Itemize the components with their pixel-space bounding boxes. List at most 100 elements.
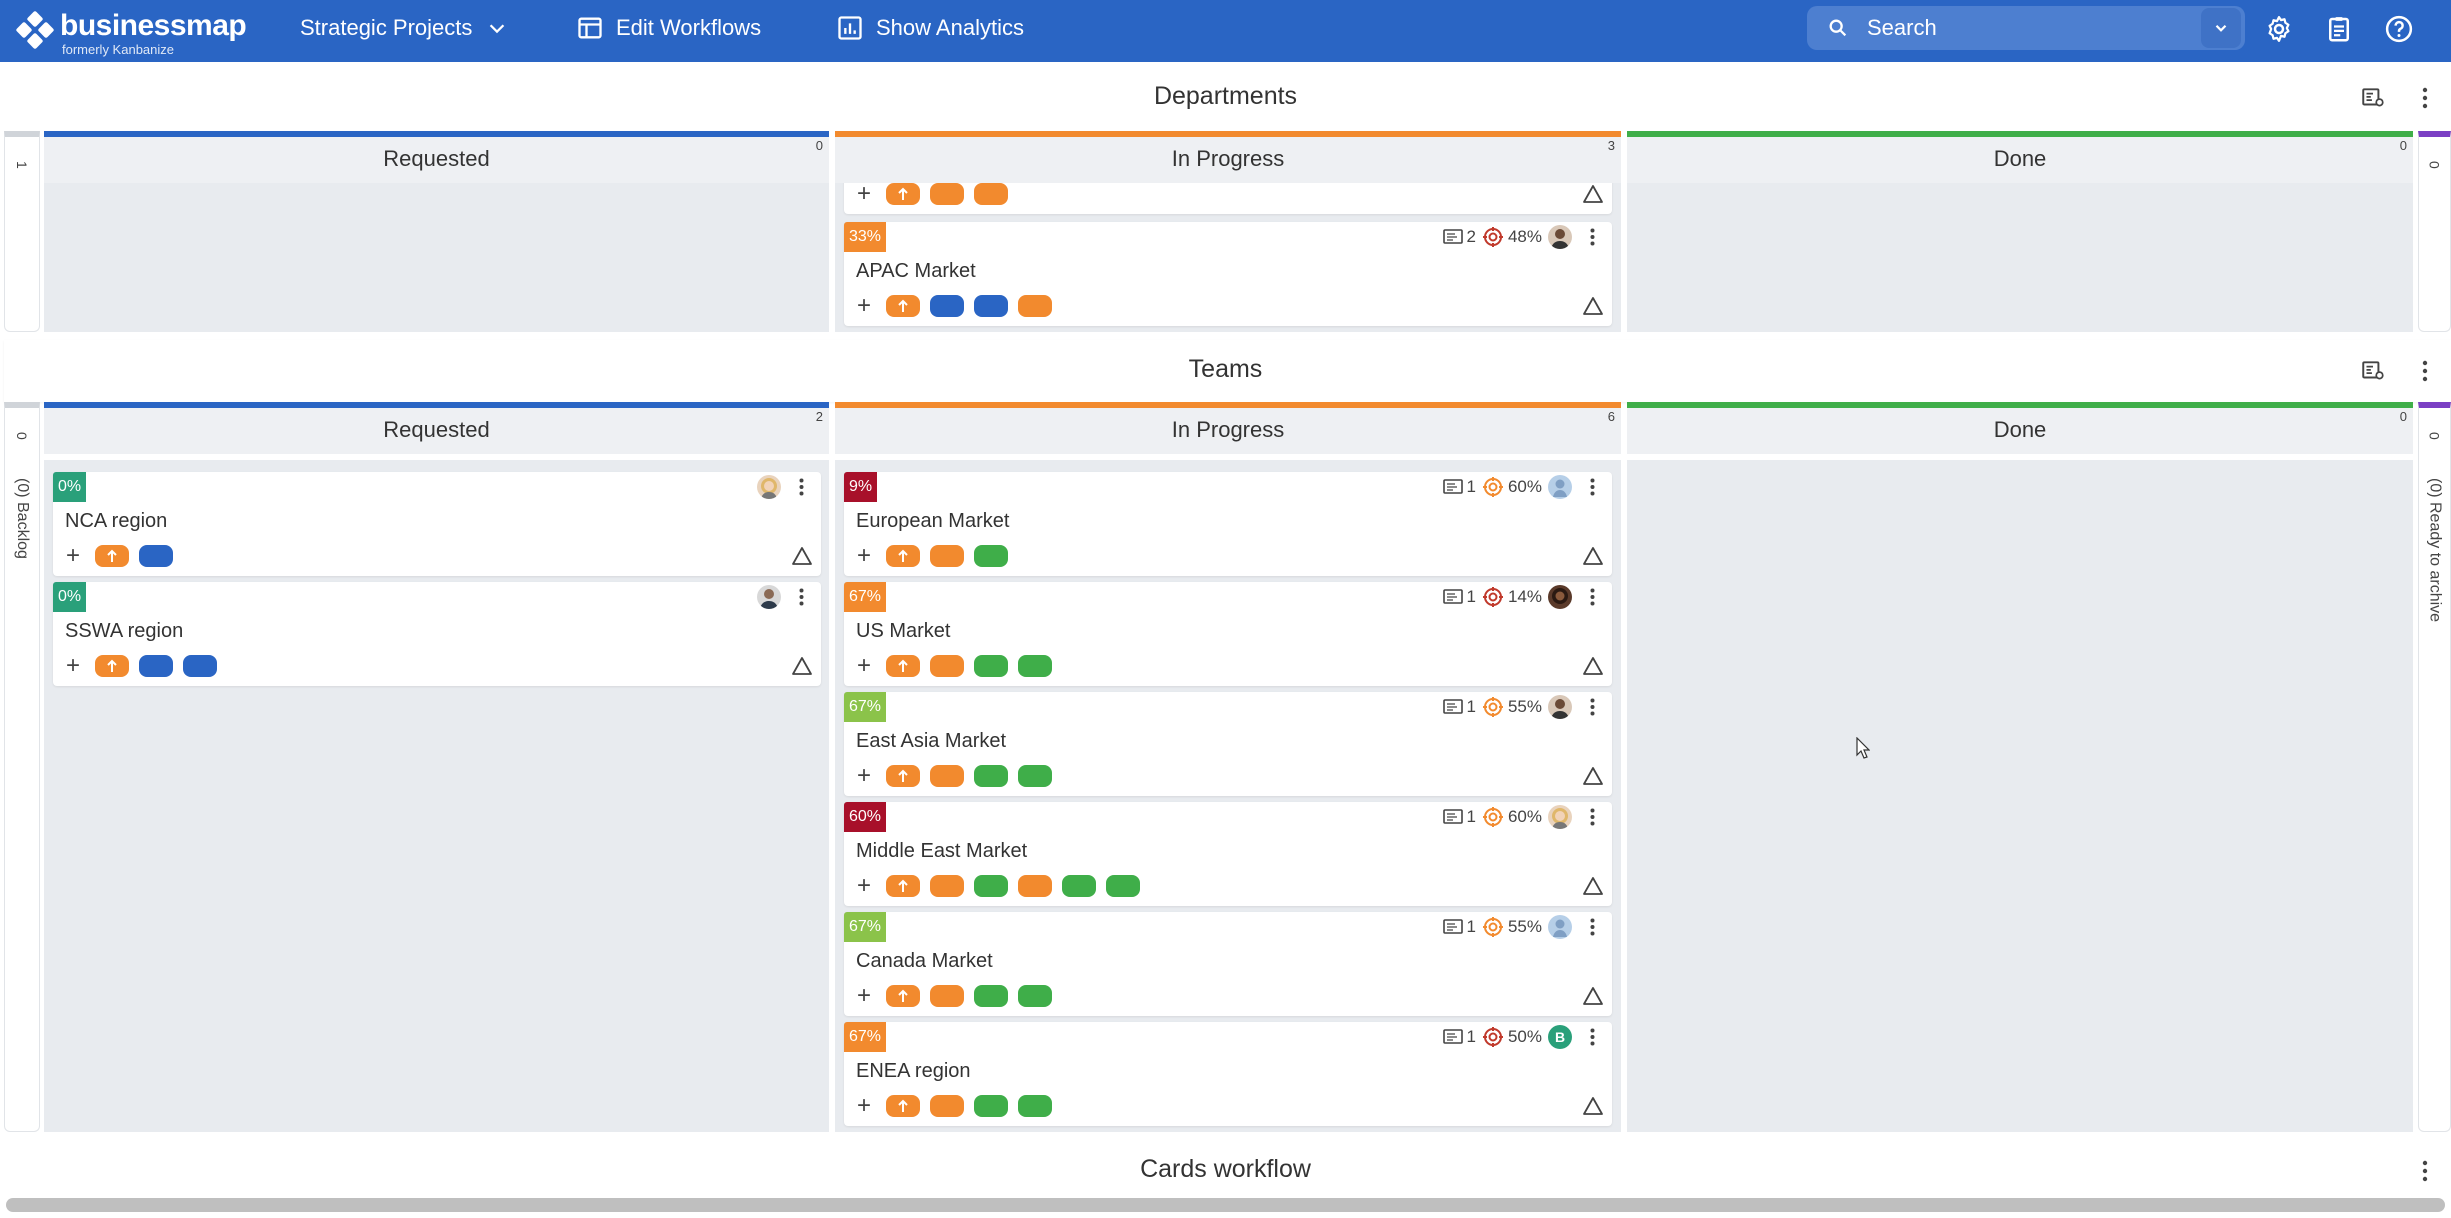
- comments-indicator[interactable]: 1: [1442, 477, 1476, 497]
- column-header-done[interactable]: Done 0: [1627, 402, 2413, 454]
- kanban-card[interactable]: +: [844, 183, 1612, 214]
- departments-left-collapsed-column[interactable]: 1: [4, 131, 40, 332]
- departments-right-collapsed-column[interactable]: 0: [2418, 131, 2451, 332]
- warning-icon[interactable]: [791, 656, 813, 676]
- add-subtask-button[interactable]: +: [61, 652, 85, 680]
- comments-indicator[interactable]: 1: [1442, 697, 1476, 717]
- show-analytics-button[interactable]: Show Analytics: [836, 0, 1024, 56]
- workflow-settings-button[interactable]: [2358, 356, 2388, 386]
- kanban-card[interactable]: 0% SSWA region +: [53, 582, 821, 686]
- tag-pill[interactable]: [1018, 765, 1052, 787]
- column-header-in-progress[interactable]: In Progress 6: [835, 402, 1621, 454]
- comments-indicator[interactable]: 1: [1442, 1027, 1476, 1047]
- tag-pill[interactable]: [1062, 875, 1096, 897]
- warning-icon[interactable]: [791, 546, 813, 566]
- card-title[interactable]: European Market: [856, 510, 1009, 533]
- priority-pill[interactable]: [886, 765, 920, 787]
- progress-indicator[interactable]: 55%: [1482, 916, 1542, 938]
- add-subtask-button[interactable]: +: [852, 292, 876, 320]
- comments-indicator[interactable]: 1: [1442, 807, 1476, 827]
- priority-pill[interactable]: [95, 655, 129, 677]
- column-header-requested[interactable]: Requested 0: [44, 131, 829, 183]
- priority-pill[interactable]: [886, 985, 920, 1007]
- backlog-collapsed-column[interactable]: 0 (0) Backlog: [4, 402, 40, 1132]
- kanban-card[interactable]: 67% 1 50% B ENEA region +: [844, 1022, 1612, 1126]
- avatar[interactable]: [1548, 915, 1572, 939]
- clipboard-button[interactable]: [2322, 12, 2356, 46]
- card-menu-icon[interactable]: [1582, 698, 1602, 716]
- board-selector[interactable]: Strategic Projects: [300, 0, 508, 56]
- add-subtask-button[interactable]: +: [852, 982, 876, 1010]
- tag-pill[interactable]: [974, 985, 1008, 1007]
- add-subtask-button[interactable]: +: [852, 762, 876, 790]
- ready-to-archive-collapsed-column[interactable]: 0 (0) Ready to archive: [2418, 402, 2451, 1132]
- tag-pill[interactable]: [974, 183, 1008, 205]
- priority-pill[interactable]: [886, 545, 920, 567]
- column-header-in-progress[interactable]: In Progress 3: [835, 131, 1621, 183]
- avatar[interactable]: [757, 585, 781, 609]
- workflow-menu-button[interactable]: [2410, 356, 2440, 386]
- tag-pill[interactable]: [183, 655, 217, 677]
- kanban-card[interactable]: 9% 1 60% European Market +: [844, 472, 1612, 576]
- progress-indicator[interactable]: 55%: [1482, 696, 1542, 718]
- card-menu-icon[interactable]: [1582, 228, 1602, 246]
- tag-pill[interactable]: [1018, 875, 1052, 897]
- card-title[interactable]: Middle East Market: [856, 840, 1027, 863]
- workflow-menu-button[interactable]: [2410, 83, 2440, 113]
- tag-pill[interactable]: [974, 1095, 1008, 1117]
- priority-pill[interactable]: [886, 1095, 920, 1117]
- card-title[interactable]: Canada Market: [856, 950, 993, 973]
- tag-pill[interactable]: [930, 875, 964, 897]
- card-title[interactable]: ENEA region: [856, 1060, 971, 1083]
- priority-pill[interactable]: [886, 655, 920, 677]
- tag-pill[interactable]: [930, 655, 964, 677]
- card-menu-icon[interactable]: [791, 478, 811, 496]
- progress-indicator[interactable]: 60%: [1482, 806, 1542, 828]
- progress-indicator[interactable]: 60%: [1482, 476, 1542, 498]
- kanban-card[interactable]: 67% 1 14% US Market +: [844, 582, 1612, 686]
- avatar[interactable]: [1548, 225, 1572, 249]
- tag-pill[interactable]: [974, 295, 1008, 317]
- comments-indicator[interactable]: 1: [1442, 917, 1476, 937]
- comments-indicator[interactable]: 1: [1442, 587, 1476, 607]
- add-subtask-button[interactable]: +: [852, 542, 876, 570]
- workflow-menu-button[interactable]: [2410, 1156, 2440, 1186]
- warning-icon[interactable]: [1582, 296, 1604, 316]
- tag-pill[interactable]: [1018, 655, 1052, 677]
- column-header-done[interactable]: Done 0: [1627, 131, 2413, 183]
- tag-pill[interactable]: [974, 545, 1008, 567]
- businessmap-logo[interactable]: businessmap formerly Kanbanize: [15, 11, 247, 56]
- tag-pill[interactable]: [974, 655, 1008, 677]
- help-button[interactable]: [2382, 12, 2416, 46]
- warning-icon[interactable]: [1582, 986, 1604, 1006]
- kanban-card[interactable]: 67% 1 55% Canada Market +: [844, 912, 1612, 1016]
- warning-icon[interactable]: [1582, 876, 1604, 896]
- settings-button[interactable]: [2262, 12, 2296, 46]
- edit-workflows-button[interactable]: Edit Workflows: [576, 0, 761, 56]
- avatar[interactable]: B: [1548, 1025, 1572, 1049]
- card-title[interactable]: SSWA region: [65, 620, 183, 643]
- kanban-card[interactable]: 0% NCA region +: [53, 472, 821, 576]
- card-title[interactable]: NCA region: [65, 510, 167, 533]
- kanban-card[interactable]: 33% 2 48% APAC Market +: [844, 222, 1612, 326]
- warning-icon[interactable]: [1582, 766, 1604, 786]
- warning-icon[interactable]: [1582, 546, 1604, 566]
- add-subtask-button[interactable]: +: [852, 652, 876, 680]
- tag-pill[interactable]: [930, 765, 964, 787]
- tag-pill[interactable]: [974, 875, 1008, 897]
- card-title[interactable]: APAC Market: [856, 260, 976, 283]
- priority-pill[interactable]: [886, 295, 920, 317]
- search-input[interactable]: [1867, 15, 2201, 41]
- warning-icon[interactable]: [1582, 184, 1604, 204]
- card-menu-icon[interactable]: [1582, 588, 1602, 606]
- add-subtask-button[interactable]: +: [852, 183, 876, 208]
- add-subtask-button[interactable]: +: [61, 542, 85, 570]
- priority-pill[interactable]: [886, 875, 920, 897]
- tag-pill[interactable]: [1018, 1095, 1052, 1117]
- kanban-card[interactable]: 67% 1 55% East Asia Market +: [844, 692, 1612, 796]
- progress-indicator[interactable]: 50%: [1482, 1026, 1542, 1048]
- progress-indicator[interactable]: 48%: [1482, 226, 1542, 248]
- kanban-card[interactable]: 60% 1 60% Middle East Market +: [844, 802, 1612, 906]
- add-subtask-button[interactable]: +: [852, 1092, 876, 1120]
- avatar[interactable]: [1548, 695, 1572, 719]
